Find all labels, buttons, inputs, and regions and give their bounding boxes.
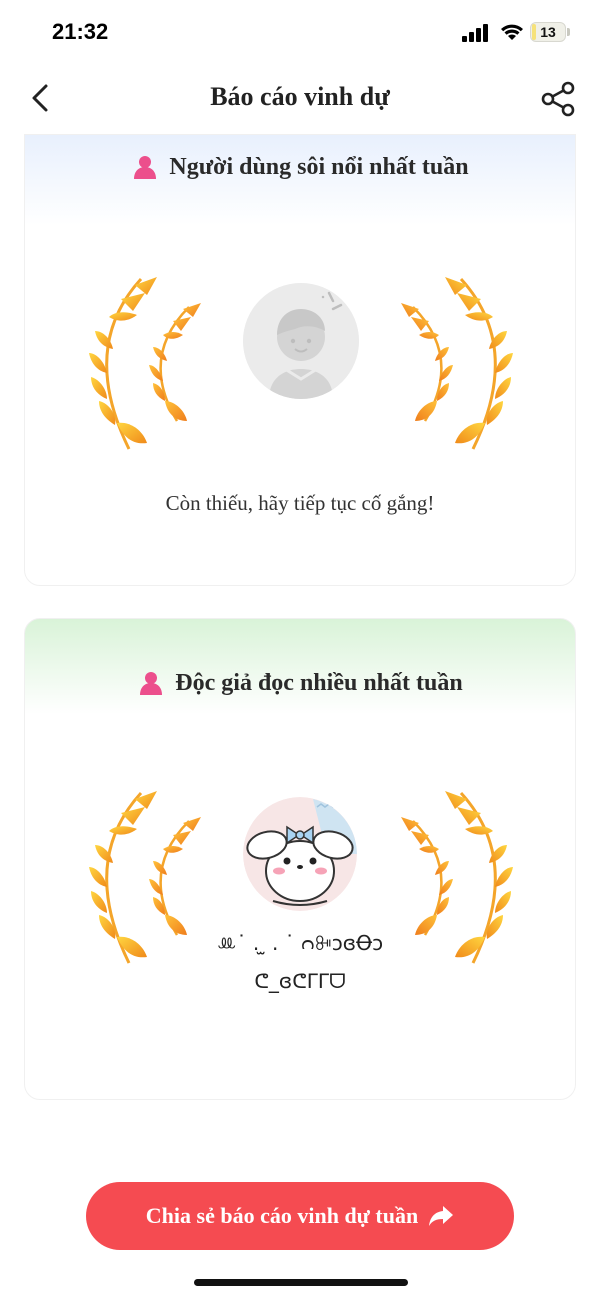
share-report-button[interactable]: Chia sẻ báo cáo vinh dự tuần <box>86 1182 514 1250</box>
battery-icon: 13 <box>530 22 566 42</box>
navigation-header: Báo cáo vinh dự <box>0 66 600 132</box>
placeholder-avatar <box>243 283 359 399</box>
laurel-left-icon <box>87 277 203 451</box>
card-title: Người dùng sôi nổi nhất tuần <box>169 153 469 180</box>
wifi-icon <box>501 24 523 40</box>
page-title: Báo cáo vinh dự <box>210 82 390 111</box>
encouragement-message: Còn thiếu, hãy tiếp tục cố gắng! <box>165 491 435 515</box>
battery-level: 13 <box>540 24 556 40</box>
card-title-row: Độc giả đọc nhiều nhất tuần <box>25 669 575 697</box>
laurel-right-icon <box>399 277 515 451</box>
signal-icon <box>462 24 488 42</box>
user-avatar[interactable] <box>243 797 357 911</box>
username-line-1: ꔛ˙ . ̫ . ˙ ᴒꔻᴐɞꝊᴐ <box>216 931 384 955</box>
card-title-row: Người dùng sôi nổi nhất tuần <box>25 153 575 181</box>
card-title: Độc giả đọc nhiều nhất tuần <box>175 669 463 696</box>
share-report-label: Chia sẻ báo cáo vinh dự tuần <box>145 1203 419 1228</box>
home-indicator <box>194 1279 408 1286</box>
most-active-user-card: Người dùng sôi nổi nhất tuần Còn thiếu, … <box>24 134 576 586</box>
top-reader-card: Độc giả đọc nhiều nhất tuần ꔛ˙ . ̫ . ˙ ᴒ… <box>24 618 576 1100</box>
status-time: 21:32 <box>52 19 109 44</box>
puppy-avatar-icon <box>243 797 357 911</box>
person-icon <box>140 672 163 695</box>
share-icon <box>541 81 575 117</box>
username-line-2: ᕦ_ɞᕦᒥᒥᗜ <box>254 969 346 993</box>
share-button[interactable] <box>538 80 578 118</box>
status-bar: 21:32 13 <box>0 0 600 66</box>
forward-arrow-icon <box>429 1206 454 1226</box>
person-icon <box>134 156 157 179</box>
battery-cap <box>567 28 570 36</box>
default-user-icon <box>243 283 359 399</box>
